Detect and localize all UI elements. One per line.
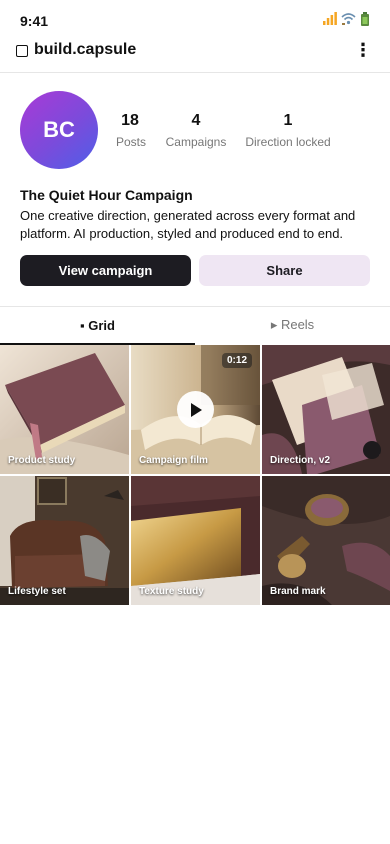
- signal-icon: [323, 12, 337, 29]
- avatar: BC: [20, 91, 98, 169]
- play-icon[interactable]: [177, 391, 214, 428]
- bio-title: The Quiet Hour Campaign: [20, 187, 193, 203]
- stat-direction-label: Direction locked: [245, 135, 331, 149]
- more-options-icon[interactable]: ⋮: [354, 40, 372, 60]
- stat-posts-value: 18: [121, 112, 139, 129]
- profile-bio: The Quiet Hour Campaign One creative dir…: [20, 187, 372, 243]
- status-bar: 9:41: [0, 0, 390, 40]
- stat-direction-value: 1: [283, 112, 293, 129]
- grid-tile-brand-mark[interactable]: Brand mark: [262, 476, 390, 605]
- checkbox-icon[interactable]: [16, 45, 28, 57]
- tile-label: Direction, v2: [270, 455, 331, 466]
- stat-posts[interactable]: 18 Posts: [116, 112, 147, 149]
- stat-posts-label: Posts: [116, 135, 147, 149]
- stat-campaigns-value: 4: [191, 112, 201, 129]
- tile-label: Brand mark: [270, 586, 326, 597]
- status-time: 9:41: [20, 13, 49, 29]
- battery-icon: [360, 12, 370, 29]
- grid-tile-lifestyle-set[interactable]: Lifestyle set: [0, 476, 129, 605]
- stat-campaigns-label: Campaigns: [165, 135, 227, 149]
- post-grid: Product study 0:12 Campaign film Directi…: [0, 345, 390, 605]
- status-icons: [323, 12, 370, 29]
- profile-handle: build.capsule: [34, 41, 137, 58]
- stat-direction-locked[interactable]: 1 Direction locked: [244, 112, 332, 149]
- grid-tile-campaign-film[interactable]: 0:12 Campaign film: [131, 345, 260, 474]
- grid-tile-texture-study[interactable]: Texture study: [131, 476, 260, 605]
- view-campaign-button[interactable]: View campaign: [20, 255, 191, 286]
- app-header: build.capsule ⋮: [0, 40, 390, 73]
- profile-tabs: ▪ Grid ▸ Reels: [0, 306, 390, 345]
- grid-tile-direction-v2[interactable]: Direction, v2: [262, 345, 390, 474]
- tile-label: Campaign film: [139, 455, 208, 466]
- stat-campaigns[interactable]: 4 Campaigns: [163, 112, 229, 149]
- bio-text: One creative direction, generated across…: [20, 208, 356, 241]
- tile-label: Product study: [8, 455, 76, 466]
- wifi-icon: [341, 12, 356, 29]
- video-duration: 0:12: [221, 353, 252, 368]
- tile-label: Texture study: [139, 586, 204, 597]
- share-button[interactable]: Share: [199, 255, 370, 286]
- grid-tile-product-study[interactable]: Product study: [0, 345, 129, 474]
- tile-label: Lifestyle set: [8, 586, 66, 597]
- tab-grid[interactable]: ▪ Grid: [0, 307, 195, 345]
- tab-reels[interactable]: ▸ Reels: [195, 307, 390, 343]
